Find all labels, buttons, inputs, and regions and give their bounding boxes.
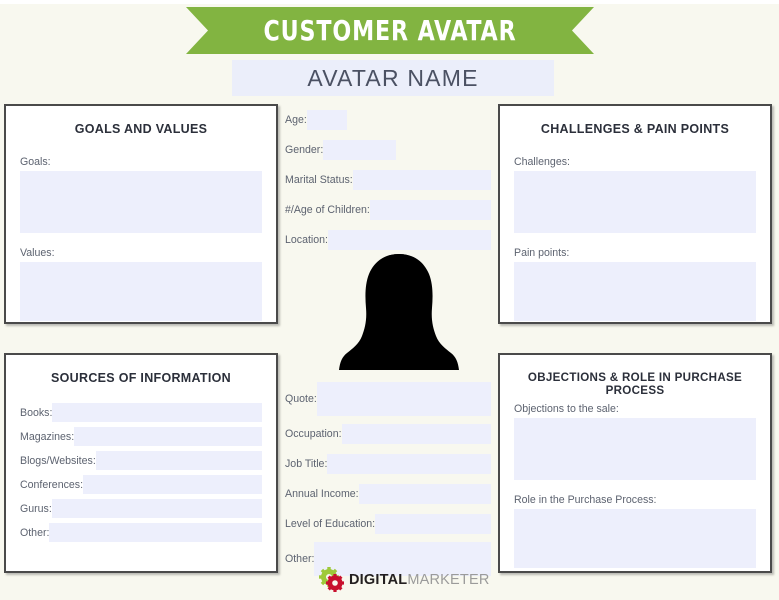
field-label-children: #/Age of Children: bbox=[285, 204, 370, 216]
panel-sources-of-information: SOURCES OF INFORMATION Books: Magazines:… bbox=[4, 353, 278, 573]
profile-group: Quote: Occupation: Job Title: Annual Inc… bbox=[285, 382, 491, 576]
banner: CUSTOMER AVATAR bbox=[186, 7, 594, 54]
field-input-annual-income[interactable] bbox=[358, 484, 491, 504]
gears-icon bbox=[318, 567, 348, 593]
field-label-conferences: Conferences: bbox=[20, 478, 84, 491]
panel-title-objections: OBJECTIONS & ROLE IN PURCHASE PROCESS bbox=[527, 371, 743, 397]
field-input-pain-points[interactable] bbox=[514, 262, 756, 321]
row-quote: Quote: bbox=[285, 382, 491, 416]
field-label-books: Books: bbox=[20, 406, 53, 419]
panel-goals-and-values: GOALS AND VALUES Goals: Values: bbox=[4, 104, 278, 324]
field-label-gender: Gender: bbox=[285, 144, 324, 156]
page-title: CUSTOMER AVATAR bbox=[263, 14, 517, 47]
field-input-gurus[interactable] bbox=[51, 499, 262, 518]
field-label-sources-other: Other: bbox=[20, 526, 50, 539]
field-label-magazines: Magazines: bbox=[20, 430, 75, 443]
row-books: Books: bbox=[20, 403, 262, 422]
field-input-level-of-education[interactable] bbox=[375, 514, 491, 534]
field-label-level-of-education: Level of Education: bbox=[285, 518, 376, 530]
field-input-role-in-purchase[interactable] bbox=[514, 509, 756, 568]
field-input-gender[interactable] bbox=[323, 140, 397, 160]
field-input-challenges[interactable] bbox=[514, 171, 756, 233]
row-sources-other: Other: bbox=[20, 523, 262, 542]
field-input-sources-other[interactable] bbox=[49, 523, 262, 542]
field-input-values[interactable] bbox=[20, 262, 262, 321]
digitalmarketer-logo: DIGITALMARKETER bbox=[318, 566, 489, 594]
field-label-role-in-purchase: Role in the Purchase Process: bbox=[514, 494, 657, 506]
field-label-job-title: Job Title: bbox=[285, 458, 328, 470]
row-gender: Gender: bbox=[285, 140, 491, 160]
field-input-objections[interactable] bbox=[514, 418, 756, 480]
field-input-job-title[interactable] bbox=[327, 454, 491, 474]
field-label-goals: Goals: bbox=[20, 156, 51, 168]
field-label-gurus: Gurus: bbox=[20, 502, 52, 515]
row-children: #/Age of Children: bbox=[285, 200, 491, 220]
field-label-values: Values: bbox=[20, 247, 55, 259]
row-annual-income: Annual Income: bbox=[285, 484, 491, 504]
field-input-age[interactable] bbox=[306, 110, 347, 130]
row-magazines: Magazines: bbox=[20, 427, 262, 446]
row-job-title: Job Title: bbox=[285, 454, 491, 474]
field-label-quote: Quote: bbox=[285, 393, 317, 405]
row-blogs-websites: Blogs/Websites: bbox=[20, 451, 262, 470]
row-age: Age: bbox=[285, 110, 491, 130]
field-label-objections: Objections to the sale: bbox=[514, 403, 619, 415]
panel-title-challenges: CHALLENGES & PAIN POINTS bbox=[540, 122, 730, 136]
field-input-marital-status[interactable] bbox=[352, 170, 491, 190]
field-label-annual-income: Annual Income: bbox=[285, 488, 359, 500]
field-input-location[interactable] bbox=[328, 230, 491, 250]
field-input-children[interactable] bbox=[369, 200, 491, 220]
field-input-blogs-websites[interactable] bbox=[95, 451, 262, 470]
row-gurus: Gurus: bbox=[20, 499, 262, 518]
panel-title-sources: SOURCES OF INFORMATION bbox=[51, 371, 231, 385]
field-input-goals[interactable] bbox=[20, 171, 262, 233]
field-input-quote[interactable] bbox=[316, 382, 491, 416]
field-label-blogs-websites: Blogs/Websites: bbox=[20, 454, 96, 467]
field-label-location: Location: bbox=[285, 234, 328, 246]
field-label-marital-status: Marital Status: bbox=[285, 174, 353, 186]
row-location: Location: bbox=[285, 230, 491, 250]
field-label-occupation: Occupation: bbox=[285, 428, 342, 440]
row-level-of-education: Level of Education: bbox=[285, 514, 491, 534]
row-occupation: Occupation: bbox=[285, 424, 491, 444]
field-label-age: Age: bbox=[285, 114, 307, 126]
field-label-challenges: Challenges: bbox=[514, 156, 570, 168]
panel-objections-and-role: OBJECTIONS & ROLE IN PURCHASE PROCESS Ob… bbox=[498, 353, 772, 573]
avatar-name-label: AVATAR NAME bbox=[307, 64, 479, 91]
demographics-group: Age: Gender: Marital Status: #/Age of Ch… bbox=[285, 110, 491, 250]
field-input-magazines[interactable] bbox=[74, 427, 262, 446]
top-strip bbox=[0, 0, 779, 4]
field-input-occupation[interactable] bbox=[341, 424, 491, 444]
row-marital-status: Marital Status: bbox=[285, 170, 491, 190]
field-label-pain-points: Pain points: bbox=[514, 247, 570, 259]
field-input-conferences[interactable] bbox=[83, 475, 262, 494]
person-silhouette-icon bbox=[338, 252, 460, 370]
avatar-name-field[interactable]: AVATAR NAME bbox=[232, 60, 554, 96]
field-label-profile-other: Other: bbox=[285, 553, 315, 565]
logo-text-secondary: MARKETER bbox=[407, 571, 490, 588]
field-input-books[interactable] bbox=[52, 403, 262, 422]
row-conferences: Conferences: bbox=[20, 475, 262, 494]
logo-text-primary: DIGITAL bbox=[349, 571, 408, 588]
panel-title-goals: GOALS AND VALUES bbox=[74, 122, 208, 136]
panel-challenges-and-pain-points: CHALLENGES & PAIN POINTS Challenges: Pai… bbox=[498, 104, 772, 324]
